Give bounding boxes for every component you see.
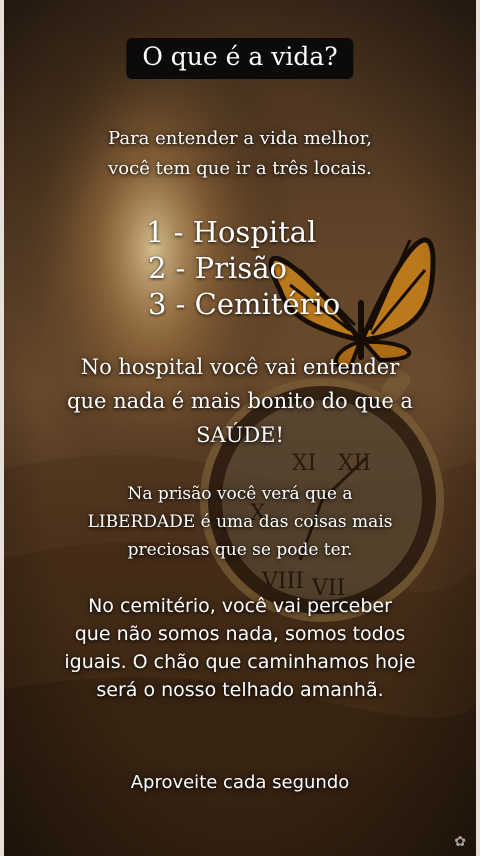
watermark-icon: ✿ xyxy=(454,834,466,850)
page-title: O que é a vida? xyxy=(126,38,354,79)
paragraph-line: Na prisão você verá que a xyxy=(127,484,353,504)
paragraph-line: que não somos nada, somos todos xyxy=(74,623,406,645)
intro-text: Para entender a vida melhor, você tem qu… xyxy=(0,124,480,184)
prison-paragraph: Na prisão você verá que a LIBERDADE é um… xyxy=(0,480,480,564)
paragraph-line: será o nosso telhado amanhã. xyxy=(96,679,384,701)
paragraph-line: LIBERDADE é uma das coisas mais xyxy=(87,512,393,532)
cemetery-paragraph: No cemitério, você vai perceber que não … xyxy=(0,592,480,704)
list-item-prison: 2 - Prisão xyxy=(148,251,287,285)
paragraph-line: SAÚDE! xyxy=(196,423,284,447)
paragraph-line: No cemitério, você vai perceber xyxy=(88,595,392,617)
paragraph-line: iguais. O chão que caminhamos hoje xyxy=(64,651,416,673)
paragraph-line: No hospital você vai entender xyxy=(80,355,400,379)
intro-line: você tem que ir a três locais. xyxy=(108,158,372,179)
intro-line: Para entender a vida melhor, xyxy=(108,128,372,149)
list-item-cemetery: 3 - Cemitério xyxy=(148,287,341,321)
footer-text: Aproveite cada segundo xyxy=(130,772,350,793)
list-item-hospital: 1 - Hospital xyxy=(146,215,317,249)
paragraph-line: preciosas que se pode ter. xyxy=(127,540,353,560)
places-list: 1 - Hospital 2 - Prisão 3 - Cemitério xyxy=(146,214,340,322)
paragraph-line: que nada é mais bonito do que a xyxy=(67,389,413,413)
hospital-paragraph: No hospital você vai entender que nada é… xyxy=(0,350,480,452)
